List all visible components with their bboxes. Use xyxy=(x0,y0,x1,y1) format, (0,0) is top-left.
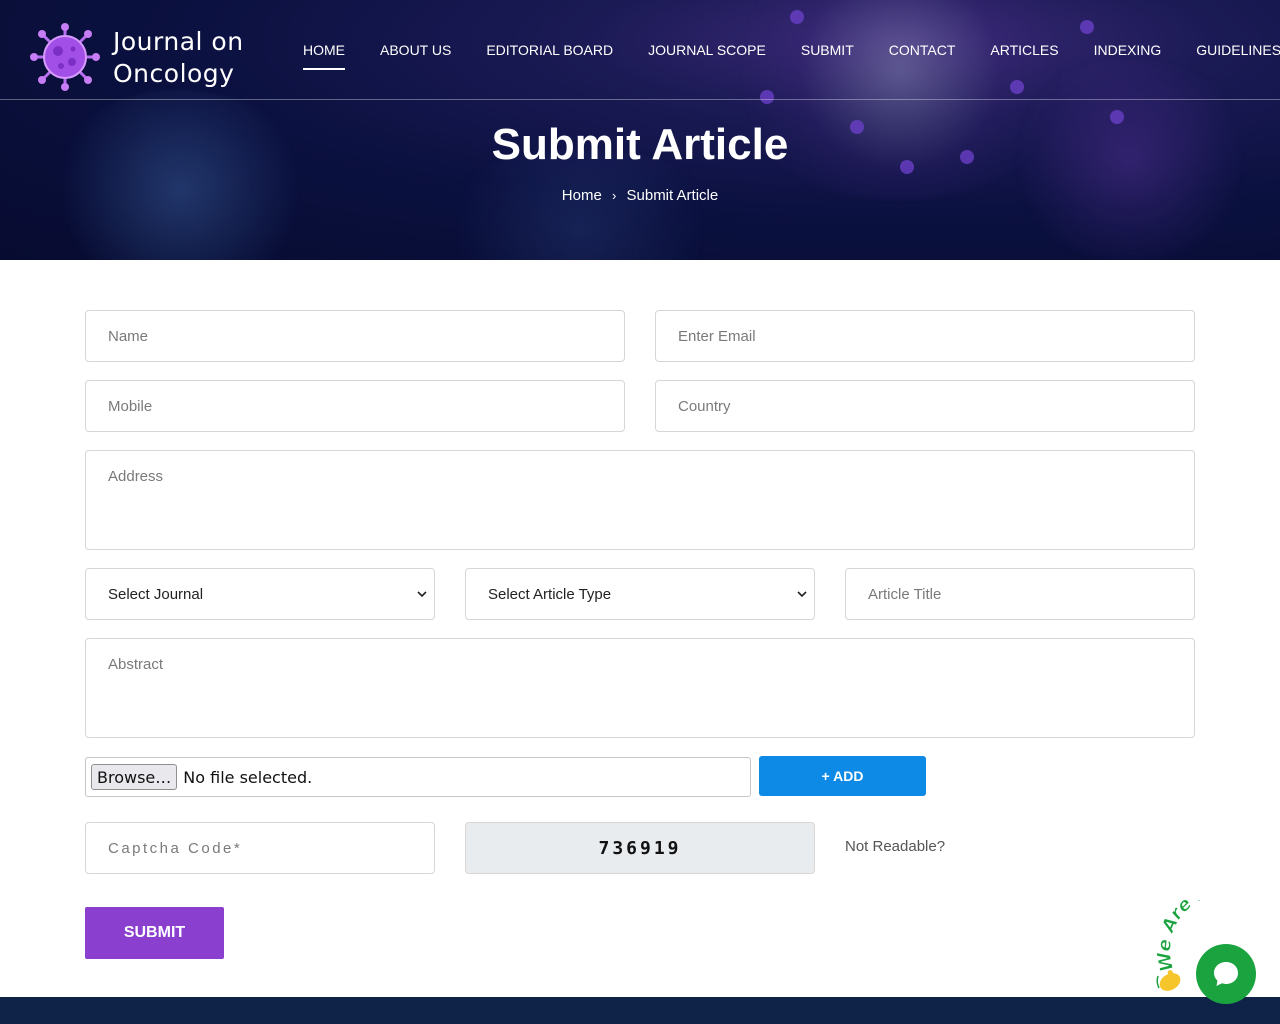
chevron-down-icon xyxy=(796,588,808,603)
captcha-code: 736919 xyxy=(465,822,815,874)
file-upload-field[interactable]: Browse… No file selected. xyxy=(85,757,751,797)
footer xyxy=(0,997,1280,1024)
breadcrumb-current: Submit Article xyxy=(626,187,719,205)
chevron-down-icon xyxy=(416,588,428,603)
virus-logo-icon[interactable] xyxy=(28,22,102,92)
add-file-button[interactable]: + ADD xyxy=(759,756,926,796)
top-navigation-bar: Journal on Oncology HOME ABOUT US EDITOR… xyxy=(0,0,1280,100)
browse-button[interactable]: Browse… xyxy=(91,764,178,790)
submit-button[interactable]: SUBMIT xyxy=(85,907,224,959)
waving-hand-icon xyxy=(1156,970,1181,991)
nav-articles[interactable]: ARTICLES xyxy=(990,40,1058,60)
brand-name[interactable]: Journal on Oncology xyxy=(113,26,244,90)
chat-button[interactable] xyxy=(1196,944,1256,1004)
name-input[interactable] xyxy=(85,310,625,362)
nav-guidelines[interactable]: GUIDELINES xyxy=(1196,40,1280,60)
article-type-select-value: Select Article Type xyxy=(488,585,612,603)
journal-select[interactable]: Select Journal xyxy=(85,568,435,620)
article-type-select[interactable]: Select Article Type xyxy=(465,568,815,620)
nav-journal-scope[interactable]: JOURNAL SCOPE xyxy=(648,40,766,60)
hero-banner: Journal on Oncology HOME ABOUT US EDITOR… xyxy=(0,0,1280,260)
hero-background-blob xyxy=(40,90,320,260)
article-title-input[interactable] xyxy=(845,568,1195,620)
nav-submit[interactable]: SUBMIT xyxy=(801,40,854,60)
chat-bubble-icon xyxy=(1214,962,1238,986)
brand-line-2: Oncology xyxy=(113,59,235,88)
chevron-right-icon: › xyxy=(611,188,617,204)
page-title: Submit Article xyxy=(491,120,789,169)
address-textarea[interactable] xyxy=(85,450,1195,550)
nav-editorial-board[interactable]: EDITORIAL BOARD xyxy=(486,40,613,60)
email-input[interactable] xyxy=(655,310,1195,362)
brand-line-1: Journal on xyxy=(113,27,244,56)
nav-home[interactable]: HOME xyxy=(303,40,345,70)
nav-contact[interactable]: CONTACT xyxy=(889,40,956,60)
file-status: No file selected. xyxy=(183,767,313,787)
mobile-input[interactable] xyxy=(85,380,625,432)
refresh-captcha-link[interactable]: Not Readable? xyxy=(845,838,945,855)
country-input[interactable] xyxy=(655,380,1195,432)
journal-select-value: Select Journal xyxy=(108,585,204,603)
captcha-input[interactable] xyxy=(85,822,435,874)
nav-about-us[interactable]: ABOUT US xyxy=(380,40,451,60)
breadcrumb-home-link[interactable]: Home xyxy=(562,186,602,206)
breadcrumb: Home › Submit Article xyxy=(0,186,1280,206)
main-nav: HOME ABOUT US EDITORIAL BOARD JOURNAL SC… xyxy=(303,40,1280,70)
abstract-textarea[interactable] xyxy=(85,638,1195,738)
nav-indexing[interactable]: INDEXING xyxy=(1094,40,1162,60)
